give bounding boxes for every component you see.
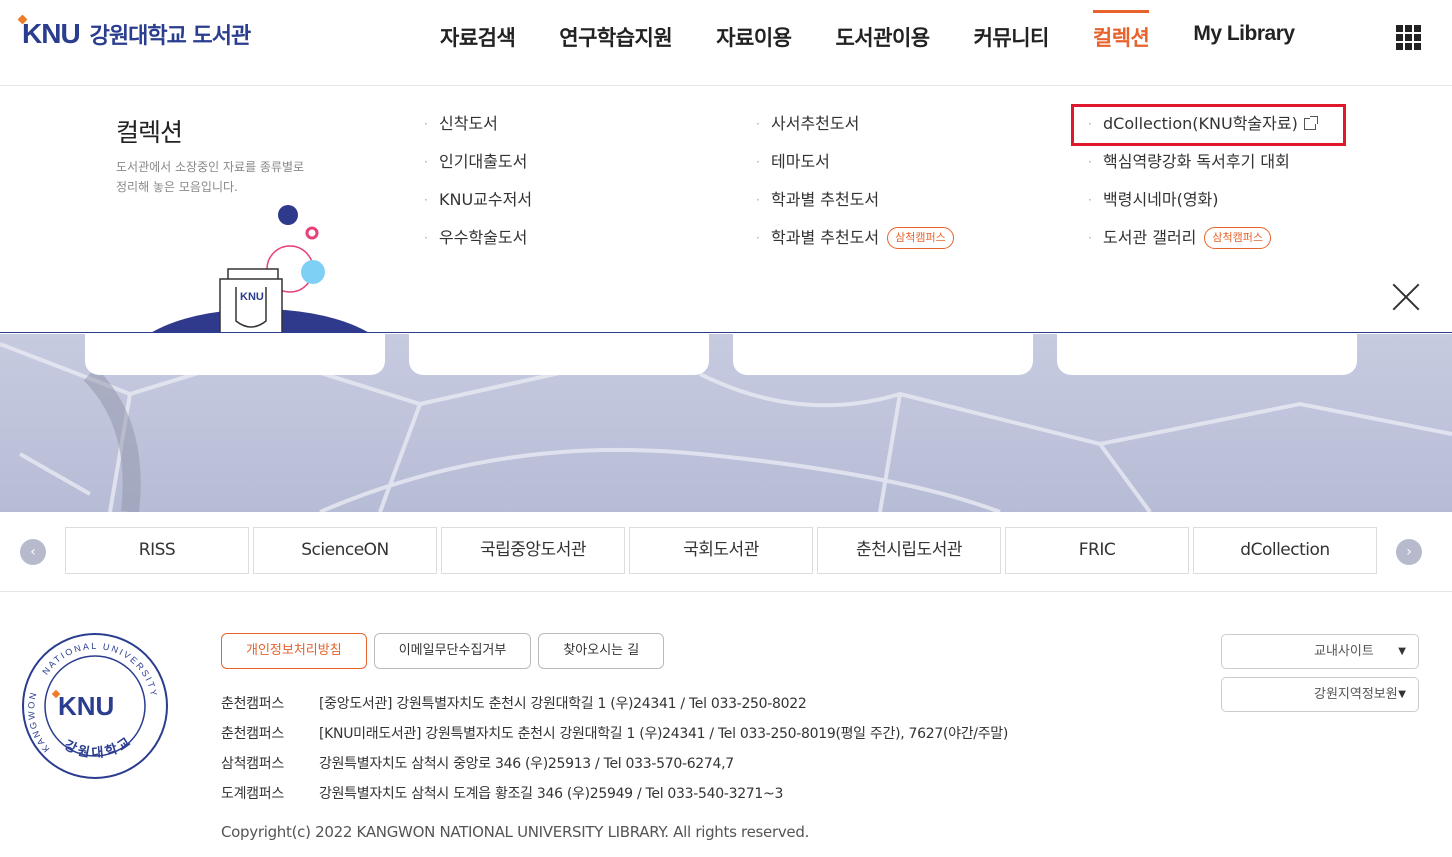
nav-item-research[interactable]: 연구학습지원 xyxy=(537,20,694,54)
menu-label: 신착도서 xyxy=(439,114,498,133)
site-footer: NATIONAL UNIVERSITY KANGWON 강원대학교 KNU 개인… xyxy=(0,593,1452,857)
related-sites-list: RISS ScienceON 국립중앙도서관 국회도서관 춘천시립도서관 FRI… xyxy=(65,527,1381,574)
email-refusal-button[interactable]: 이메일무단수집거부 xyxy=(373,633,532,669)
address-row: 춘천캠퍼스 [KNU미래도서관] 강원특별자치도 춘천시 강원대학길 1 (우)2… xyxy=(221,719,1008,749)
campus-addresses: 춘천캠퍼스 [중앙도서관] 강원특별자치도 춘천시 강원대학길 1 (우)2434… xyxy=(221,689,1008,809)
menu-label: 학과별 추천도서 xyxy=(771,190,880,209)
caret-down-icon: ▼ xyxy=(1398,646,1406,657)
site-header: KNU 강원대학교 도서관 자료검색 연구학습지원 자료이용 도서관이용 커뮤니… xyxy=(0,0,1452,86)
site-link-scienceon[interactable]: ScienceON xyxy=(253,527,437,574)
main-nav: 자료검색 연구학습지원 자료이용 도서관이용 커뮤니티 컬렉션 My Libra… xyxy=(418,10,1317,54)
logo-mark: KNU xyxy=(17,14,81,50)
banner-card[interactable] xyxy=(85,334,385,375)
banner-card[interactable] xyxy=(1057,334,1357,375)
dcollection-highlight-box xyxy=(1071,104,1346,146)
hero-banner xyxy=(0,334,1452,512)
nav-item-my-library[interactable]: My Library xyxy=(1171,20,1316,54)
nav-item-community[interactable]: 커뮤니티 xyxy=(952,20,1071,54)
caret-down-icon: ▼ xyxy=(1398,689,1406,700)
menu-item-reading-contest[interactable]: · 핵심역량강화 독서후기 대회 xyxy=(1088,149,1316,187)
menu-item-excellent-academic-books[interactable]: · 우수학술도서 xyxy=(424,225,532,263)
address-text: 강원특별자치도 삼척시 도계읍 황조길 346 (우)25949 / Tel 0… xyxy=(319,786,784,802)
menu-label: 인기대출도서 xyxy=(439,152,528,171)
menu-item-librarian-picks[interactable]: · 사서추천도서 xyxy=(756,111,954,149)
address-row: 삼척캠퍼스 강원특별자치도 삼척시 중앙로 346 (우)25913 / Tel … xyxy=(221,749,1008,779)
menu-item-dept-recommended-samcheok[interactable]: · 학과별 추천도서 삼척캠퍼스 xyxy=(756,225,954,263)
campus-name: 춘천캠퍼스 xyxy=(221,726,284,742)
regional-info-select[interactable]: 강원지역정보원 ▼ xyxy=(1221,677,1419,712)
nav-item-library-use[interactable]: 도서관이용 xyxy=(813,20,951,54)
samcheok-campus-badge: 삼척캠퍼스 xyxy=(887,227,954,249)
campus-name: 도계캠퍼스 xyxy=(221,786,284,802)
menu-item-knu-faculty-books[interactable]: · KNU교수저서 xyxy=(424,187,532,225)
site-link-dcollection[interactable]: dCollection xyxy=(1193,527,1377,574)
site-logo[interactable]: KNU 강원대학교 도서관 xyxy=(17,14,252,50)
address-text: 강원특별자치도 삼척시 중앙로 346 (우)25913 / Tel 033-5… xyxy=(319,756,734,772)
banner-card[interactable] xyxy=(409,334,709,375)
copyright-text: Copyright(c) 2022 KANGWON NATIONAL UNIVE… xyxy=(221,823,810,841)
menu-label: 사서추천도서 xyxy=(771,114,860,133)
site-link-national-assembly-library[interactable]: 국회도서관 xyxy=(629,527,813,574)
menu-item-popular-loans[interactable]: · 인기대출도서 xyxy=(424,149,532,187)
site-link-riss[interactable]: RISS xyxy=(65,527,249,574)
chevron-right-icon[interactable]: › xyxy=(1396,539,1422,565)
address-text: [KNU미래도서관] 강원특별자치도 춘천시 강원대학길 1 (우)24341 … xyxy=(319,726,1009,742)
collection-mega-menu: 컬렉션 도서관에서 소장중인 자료를 종류별로 정리해 놓은 모음입니다. KN… xyxy=(0,87,1452,333)
site-link-national-library[interactable]: 국립중앙도서관 xyxy=(441,527,625,574)
nav-item-search[interactable]: 자료검색 xyxy=(418,20,537,54)
menu-label: 테마도서 xyxy=(771,152,830,171)
privacy-policy-button[interactable]: 개인정보처리방침 xyxy=(221,633,367,669)
menu-item-baekryeong-cinema[interactable]: · 백령시네마(영화) xyxy=(1088,187,1316,225)
menu-item-dept-recommended[interactable]: · 학과별 추천도서 xyxy=(756,187,954,225)
university-seal-logo: NATIONAL UNIVERSITY KANGWON 강원대학교 KNU xyxy=(22,633,168,779)
banner-card[interactable] xyxy=(733,334,1033,375)
directions-button[interactable]: 찾아오시는 길 xyxy=(538,633,665,669)
close-icon[interactable] xyxy=(1392,283,1420,311)
address-text: [중앙도서관] 강원특별자치도 춘천시 강원대학길 1 (우)24341 / T… xyxy=(319,696,807,712)
menu-column-1: · 신착도서 · 인기대출도서 · KNU교수저서 · 우수학술도서 xyxy=(424,111,532,263)
logo-mark-text: KNU xyxy=(22,18,81,49)
menu-label: 백령시네마(영화) xyxy=(1103,190,1219,209)
menu-label: 도서관 갤러리 xyxy=(1103,228,1197,247)
menu-label: 핵심역량강화 독서후기 대회 xyxy=(1103,152,1290,171)
site-link-fric[interactable]: FRIC xyxy=(1005,527,1189,574)
logo-text: 강원대학교 도서관 xyxy=(89,24,252,49)
mega-menu-description: 도서관에서 소장중인 자료를 종류별로 정리해 놓은 모음입니다. xyxy=(116,157,346,197)
chevron-left-icon[interactable]: ‹ xyxy=(20,539,46,565)
address-row: 도계캠퍼스 강원특별자치도 삼척시 도계읍 황조길 346 (우)25949 / … xyxy=(221,779,1008,809)
mega-desc-line1: 도서관에서 소장중인 자료를 종류별로 xyxy=(116,160,305,174)
menu-label: KNU교수저서 xyxy=(439,190,533,209)
samcheok-campus-badge: 삼척캠퍼스 xyxy=(1204,227,1272,249)
campus-sites-select[interactable]: 교내사이트 ▼ xyxy=(1221,634,1419,669)
svg-text:강원대학교: 강원대학교 xyxy=(62,734,136,762)
menu-label: 우수학술도서 xyxy=(439,228,528,247)
site-link-chuncheon-city-library[interactable]: 춘천시립도서관 xyxy=(817,527,1001,574)
mega-menu-title: 컬렉션 xyxy=(116,118,183,147)
select-value: 교내사이트 xyxy=(1314,644,1374,659)
menu-column-2: · 사서추천도서 · 테마도서 · 학과별 추천도서 · 학과별 추천도서 삼척캠퍼스 xyxy=(756,111,954,263)
all-menu-grid-icon[interactable] xyxy=(1396,25,1421,50)
menu-item-library-gallery[interactable]: · 도서관 갤러리 삼척캠퍼스 xyxy=(1088,225,1316,263)
nav-item-collection[interactable]: 컬렉션 xyxy=(1071,10,1171,54)
mega-desc-line2: 정리해 놓은 모음입니다. xyxy=(116,180,238,194)
campus-name: 삼척캠퍼스 xyxy=(221,756,284,772)
illustration-knu-label: KNU xyxy=(240,291,264,303)
footer-links: 개인정보처리방침 이메일무단수집거부 찾아오시는 길 xyxy=(221,633,671,669)
address-row: 춘천캠퍼스 [중앙도서관] 강원특별자치도 춘천시 강원대학길 1 (우)2434… xyxy=(221,689,1008,719)
related-sites-bar: ‹ RISS ScienceON 국립중앙도서관 국회도서관 춘천시립도서관 F… xyxy=(0,512,1452,592)
nav-item-resources[interactable]: 자료이용 xyxy=(694,20,813,54)
svg-text:KNU: KNU xyxy=(58,691,114,721)
collection-illustration: KNU xyxy=(152,205,368,332)
campus-name: 춘천캠퍼스 xyxy=(221,696,284,712)
select-value: 강원지역정보원 xyxy=(1314,687,1398,702)
menu-item-theme-books[interactable]: · 테마도서 xyxy=(756,149,954,187)
menu-label: 학과별 추천도서 xyxy=(771,228,880,247)
menu-item-new-books[interactable]: · 신착도서 xyxy=(424,111,532,149)
